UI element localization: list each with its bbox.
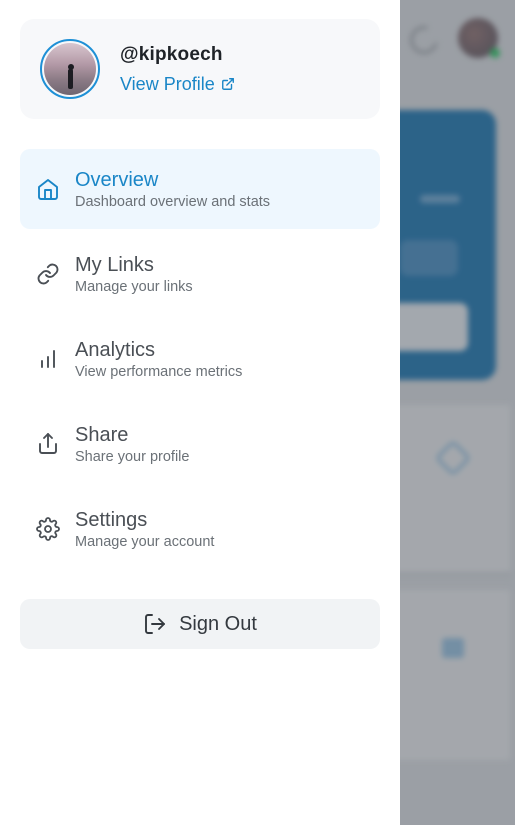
navigation-drawer: @kipkoech View Profile Overview Dashboar…	[0, 0, 400, 825]
bar-chart-icon	[36, 347, 60, 371]
avatar-image	[44, 43, 96, 95]
nav-item-share[interactable]: Share Share your profile	[20, 404, 380, 484]
nav-item-description: Manage your account	[75, 533, 215, 550]
link-icon	[36, 262, 60, 286]
nav-item-description: Manage your links	[75, 278, 193, 295]
nav-item-label: Share	[75, 423, 129, 446]
nav-item-analytics[interactable]: Analytics View performance metrics	[20, 319, 380, 399]
sign-out-label: Sign Out	[179, 612, 257, 635]
avatar[interactable]	[40, 39, 100, 99]
drawer-nav: Overview Dashboard overview and stats My…	[20, 149, 380, 569]
sign-out-icon	[145, 614, 166, 634]
nav-item-label: Analytics	[75, 338, 156, 361]
nav-item-description: Share your profile	[75, 448, 190, 465]
view-profile-link[interactable]: View Profile	[120, 74, 235, 95]
profile-card: @kipkoech View Profile	[20, 19, 380, 119]
gear-icon	[36, 517, 60, 541]
profile-text: @kipkoech View Profile	[120, 44, 235, 95]
nav-item-label: Overview	[75, 168, 159, 191]
home-icon	[36, 177, 60, 201]
nav-item-my-links[interactable]: My Links Manage your links	[20, 234, 380, 314]
avatar-figure-body	[68, 69, 73, 89]
profile-handle: @kipkoech	[120, 43, 223, 65]
nav-item-label: Settings	[75, 508, 148, 531]
nav-item-settings[interactable]: Settings Manage your account	[20, 489, 380, 569]
external-link-icon	[221, 78, 234, 90]
nav-item-description: Dashboard overview and stats	[75, 193, 271, 210]
share-icon	[36, 432, 60, 456]
nav-item-label: My Links	[75, 253, 154, 276]
nav-item-overview[interactable]: Overview Dashboard overview and stats	[20, 149, 380, 229]
nav-item-description: View performance metrics	[75, 363, 243, 380]
view-profile-label: View Profile	[120, 73, 215, 94]
sign-out-button[interactable]: Sign Out	[20, 599, 380, 649]
